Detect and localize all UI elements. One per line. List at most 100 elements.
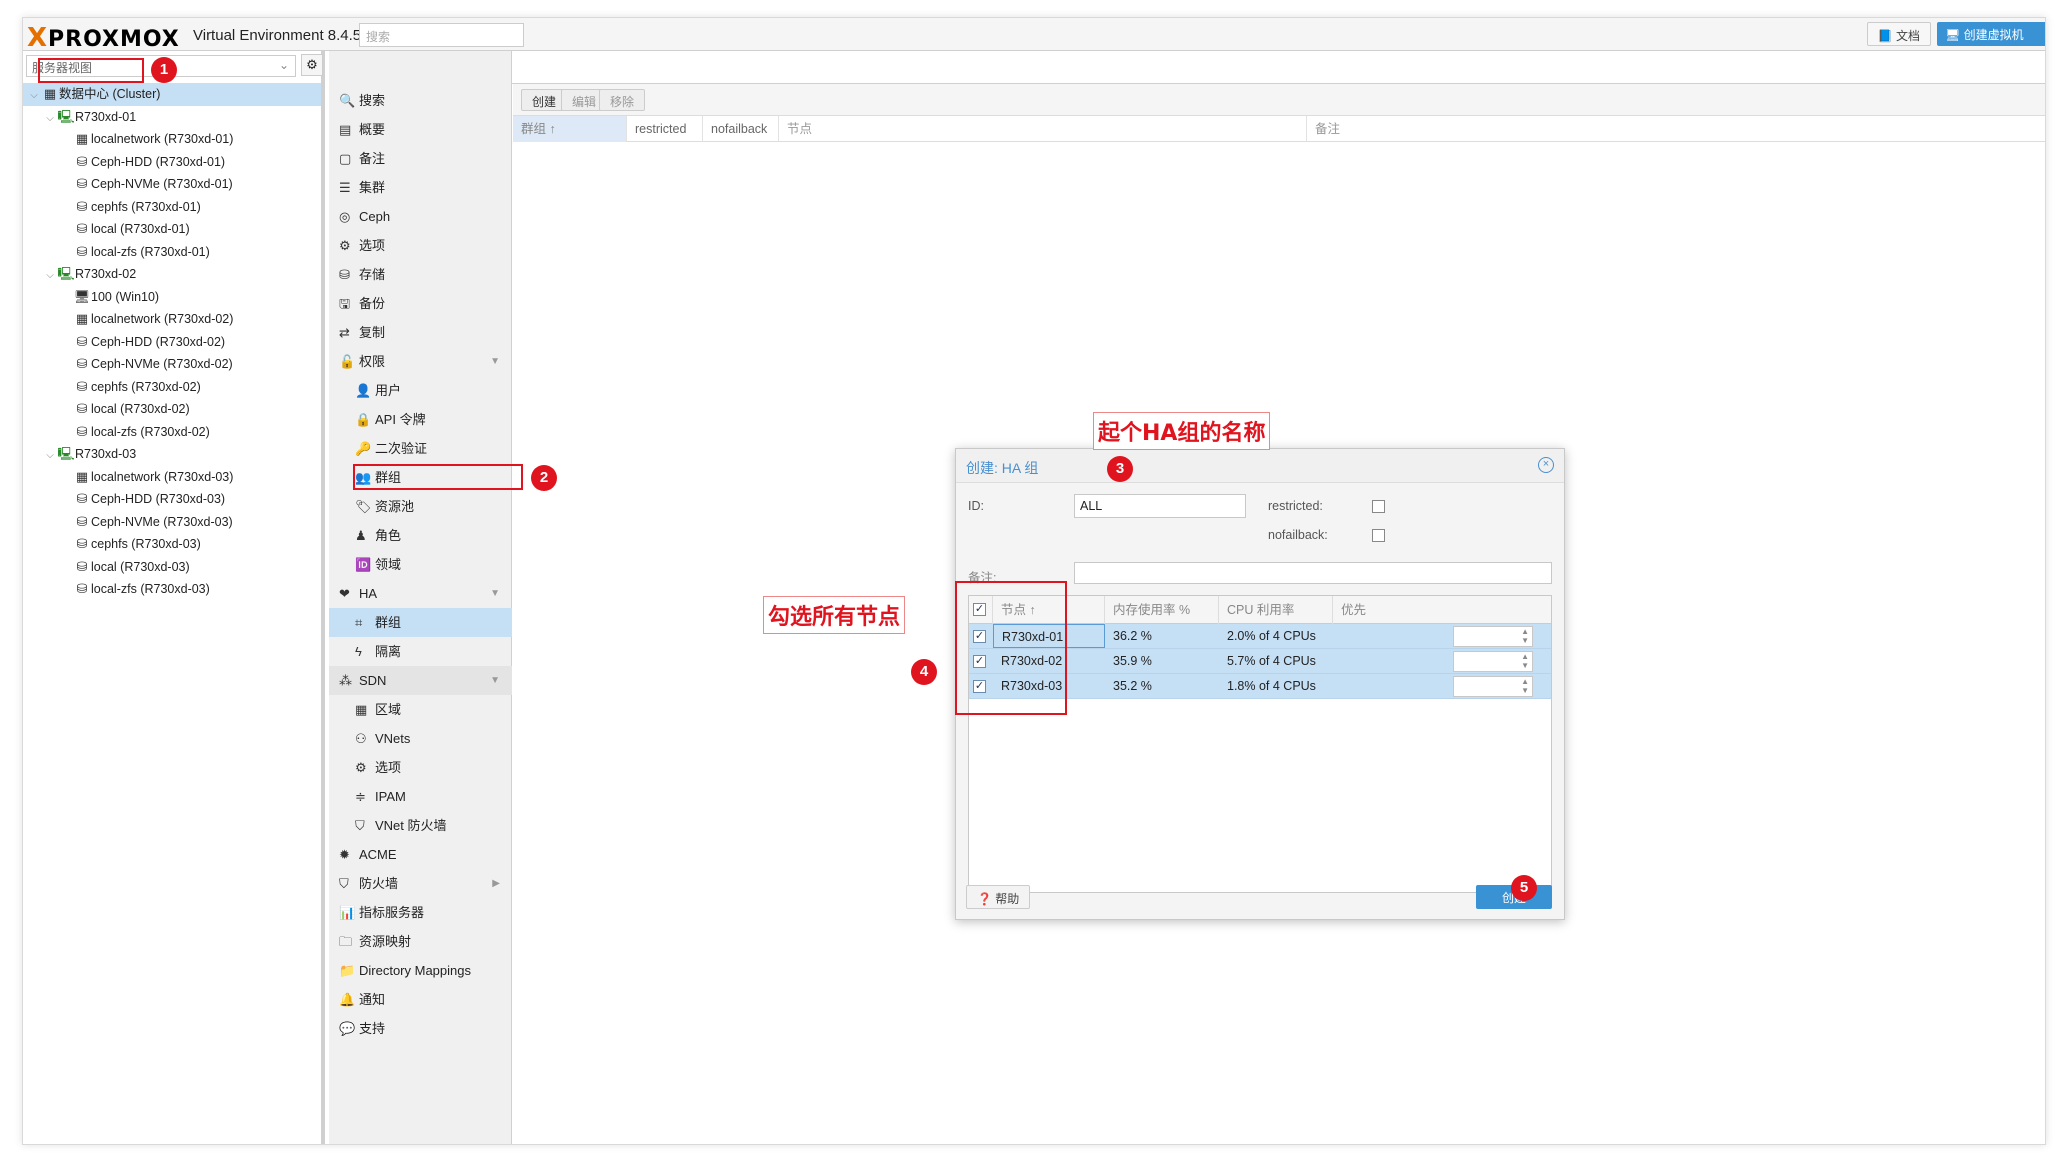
nav-item[interactable]: ◎ Ceph: [329, 202, 512, 231]
nofailback-checkbox[interactable]: [1372, 529, 1385, 542]
expand-toggle-icon[interactable]: ⌵: [27, 85, 41, 108]
col-priority[interactable]: 优先: [1333, 596, 1551, 624]
comment-input[interactable]: [1074, 562, 1552, 584]
nav-item[interactable]: 🔍 搜索: [329, 86, 512, 115]
nav-item-label: 复制: [359, 325, 386, 340]
global-search-input[interactable]: 搜索: [359, 23, 524, 47]
nav-item[interactable]: ⚙ 选项: [329, 231, 512, 260]
nav-item[interactable]: 🗀 资源映射: [329, 927, 512, 956]
col-nofailback[interactable]: nofailback: [703, 116, 779, 142]
expand-toggle-icon[interactable]: ⌵: [43, 108, 57, 131]
spinner-arrows-icon[interactable]: ▲ ▼: [1521, 627, 1529, 645]
col-cpu[interactable]: CPU 利用率: [1219, 596, 1333, 624]
nav-item-label: 防火墙: [359, 876, 399, 891]
nav-item[interactable]: 🔑 二次验证: [329, 434, 512, 463]
tree-item[interactable]: ⛁ cephfs (R730xd-02): [23, 376, 321, 399]
gear-icon[interactable]: ⚙: [301, 54, 323, 76]
storage-icon: ⛁: [76, 356, 88, 371]
nav-item[interactable]: ✹ ACME: [329, 840, 512, 869]
nav-item[interactable]: 💬 支持: [329, 1014, 512, 1043]
spinner-arrows-icon[interactable]: ▲ ▼: [1521, 652, 1529, 670]
chevron-down-icon[interactable]: ▼: [490, 579, 500, 608]
nav-item[interactable]: 🔒 API 令牌: [329, 405, 512, 434]
tree-item[interactable]: ▦ localnetwork (R730xd-02): [23, 308, 321, 331]
tree-item[interactable]: ⛁ local (R730xd-02): [23, 398, 321, 421]
chevron-down-icon[interactable]: ▼: [490, 347, 500, 376]
nav-item-label: Directory Mappings: [359, 963, 471, 978]
sdn-icon: ⁂: [339, 673, 352, 688]
nav-item[interactable]: ▢ 备注: [329, 144, 512, 173]
restricted-label: restricted:: [1268, 499, 1323, 513]
tree-item[interactable]: ⛁ Ceph-HDD (R730xd-03): [23, 488, 321, 511]
id-input[interactable]: ALL: [1074, 494, 1246, 518]
priority-spinner[interactable]: ▲ ▼: [1453, 676, 1533, 697]
resource-tree: ⌵ ▦ 数据中心 (Cluster) ⌵ 🖳R730xd-01 ▦ localnetwork…: [23, 83, 321, 601]
nav-item[interactable]: ⇄ 复制: [329, 318, 512, 347]
nav-item[interactable]: ⚙ 选项: [329, 753, 512, 782]
nav-item[interactable]: ☰ 集群: [329, 173, 512, 202]
ipam-icon: ≑: [355, 789, 366, 804]
docs-button[interactable]: 📘 文档: [1866, 22, 1931, 46]
create-vm-button[interactable]: 🖥 创建虚拟机: [1937, 22, 2045, 46]
expand-toggle-icon[interactable]: ⌵: [43, 445, 57, 468]
nav-item[interactable]: ⛉ 防火墙 ▶: [329, 869, 512, 898]
help-button[interactable]: ❓ 帮助: [966, 885, 1031, 909]
spinner-arrows-icon[interactable]: ▲ ▼: [1521, 677, 1529, 695]
tree-item[interactable]: ⛁ cephfs (R730xd-03): [23, 533, 321, 556]
close-icon[interactable]: ×: [1538, 457, 1554, 473]
expand-toggle-icon[interactable]: ⌵: [43, 265, 57, 288]
storage-icon: ⛁: [76, 221, 88, 236]
chevron-down-icon[interactable]: ▼: [490, 666, 500, 695]
nav-item[interactable]: ⛉ VNet 防火墙: [329, 811, 512, 840]
tree-item[interactable]: ⛁ cephfs (R730xd-01): [23, 196, 321, 219]
remove-group-button[interactable]: 移除: [599, 89, 646, 111]
nav-item[interactable]: ▤ 概要: [329, 115, 512, 144]
nav-item[interactable]: 🔔 通知: [329, 985, 512, 1014]
nav-item[interactable]: 👤 用户: [329, 376, 512, 405]
tree-item[interactable]: ⌵ 🖳R730xd-02: [23, 263, 321, 286]
tree-item[interactable]: ⛁ local-zfs (R730xd-02): [23, 421, 321, 444]
tree-item[interactable]: ⛁ Ceph-HDD (R730xd-02): [23, 331, 321, 354]
col-nodes[interactable]: 节点: [779, 116, 1307, 142]
nav-item[interactable]: 🖫 备份: [329, 289, 512, 318]
nav-item[interactable]: 🆔 领域: [329, 550, 512, 579]
tree-item[interactable]: ⛁ local-zfs (R730xd-03): [23, 578, 321, 601]
nav-item[interactable]: ⁂ SDN ▼: [329, 666, 512, 695]
nav-item[interactable]: ⛁ 存储: [329, 260, 512, 289]
nav-item[interactable]: 🔓 权限 ▼: [329, 347, 512, 376]
nav-item[interactable]: 🏷 资源池: [329, 492, 512, 521]
tree-item[interactable]: ⛁ local (R730xd-01): [23, 218, 321, 241]
nav-item[interactable]: ❤ HA ▼: [329, 579, 512, 608]
tree-item-label: 数据中心 (Cluster): [59, 87, 161, 101]
priority-spinner[interactable]: ▲ ▼: [1453, 626, 1533, 647]
nav-item[interactable]: ♟ 角色: [329, 521, 512, 550]
tree-item[interactable]: ⛁ Ceph-NVMe (R730xd-02): [23, 353, 321, 376]
restricted-checkbox[interactable]: [1372, 500, 1385, 513]
tree-item[interactable]: ⌵ ▦ 数据中心 (Cluster): [23, 83, 321, 106]
tree-item-label: localnetwork (R730xd-02): [91, 312, 234, 326]
nav-item[interactable]: ϟ 隔离: [329, 637, 512, 666]
col-comment[interactable]: 备注: [1307, 116, 2045, 142]
tree-item[interactable]: 🖥100 (Win10): [23, 286, 321, 309]
tree-item[interactable]: ▦ localnetwork (R730xd-01): [23, 128, 321, 151]
nav-item[interactable]: 📁 Directory Mappings: [329, 956, 512, 985]
tree-item[interactable]: ⌵ 🖳R730xd-03: [23, 443, 321, 466]
nav-item[interactable]: ⌗ 群组: [329, 608, 512, 637]
col-restricted[interactable]: restricted: [627, 116, 703, 142]
tree-item[interactable]: ⛁ Ceph-NVMe (R730xd-01): [23, 173, 321, 196]
nav-item[interactable]: ▦ 区域: [329, 695, 512, 724]
tree-item[interactable]: ⛁ local-zfs (R730xd-01): [23, 241, 321, 264]
tree-item[interactable]: ⛁ Ceph-NVMe (R730xd-03): [23, 511, 321, 534]
tree-item[interactable]: ▦ localnetwork (R730xd-03): [23, 466, 321, 489]
col-group[interactable]: 群组 ↑: [513, 116, 627, 142]
chevron-right-icon[interactable]: ▶: [492, 869, 500, 898]
tree-item[interactable]: ⛁ Ceph-HDD (R730xd-01): [23, 151, 321, 174]
nav-item[interactable]: 📊 指标服务器: [329, 898, 512, 927]
nav-item[interactable]: ≑ IPAM: [329, 782, 512, 811]
nav-item[interactable]: ⚇ VNets: [329, 724, 512, 753]
nav-item-label: 领域: [375, 557, 402, 572]
col-mem[interactable]: 内存使用率 %: [1105, 596, 1219, 624]
tree-item[interactable]: ⌵ 🖳R730xd-01: [23, 106, 321, 129]
tree-item[interactable]: ⛁ local (R730xd-03): [23, 556, 321, 579]
priority-spinner[interactable]: ▲ ▼: [1453, 651, 1533, 672]
